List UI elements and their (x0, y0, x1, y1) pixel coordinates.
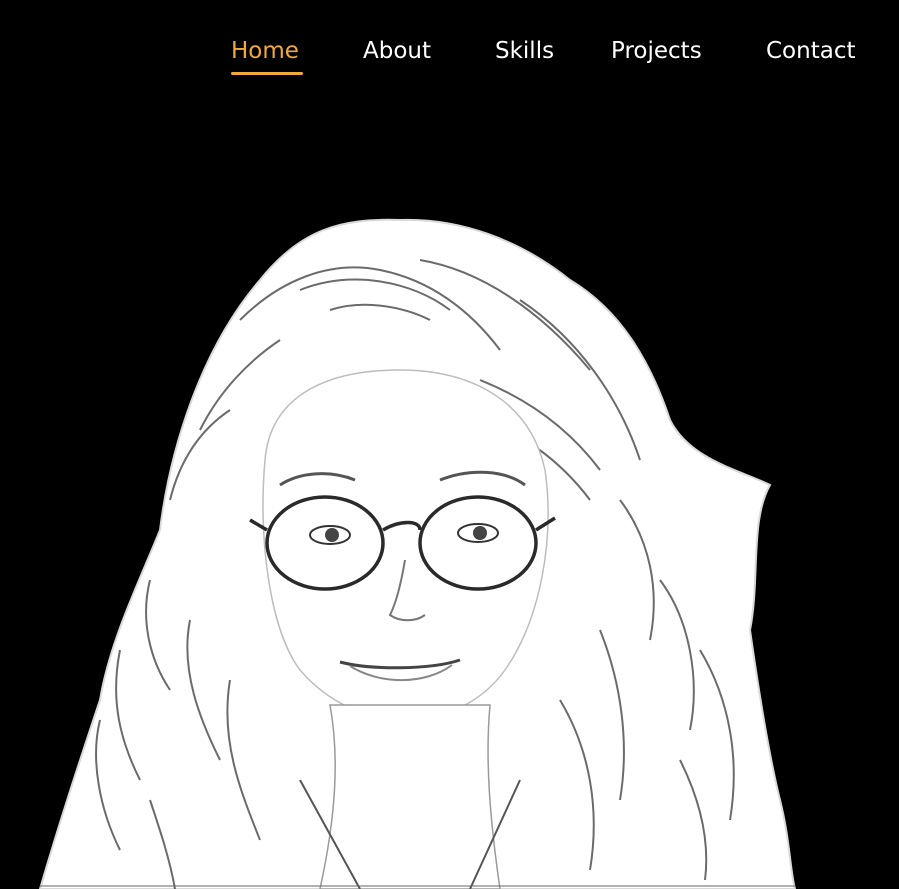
nav-link-contact[interactable]: Contact (766, 36, 855, 66)
active-nav-underline (231, 72, 303, 75)
nav-link-home[interactable]: Home (231, 36, 299, 66)
nav-link-skills[interactable]: Skills (495, 36, 554, 66)
nav-link-projects[interactable]: Projects (611, 36, 702, 66)
portrait-neck (319, 704, 501, 889)
portrait-sketch-illustration (38, 218, 797, 889)
hero-portrait-image (0, 200, 899, 889)
nav-link-about[interactable]: About (363, 36, 431, 66)
main-navigation: Home About Skills Projects Contact (0, 0, 899, 100)
